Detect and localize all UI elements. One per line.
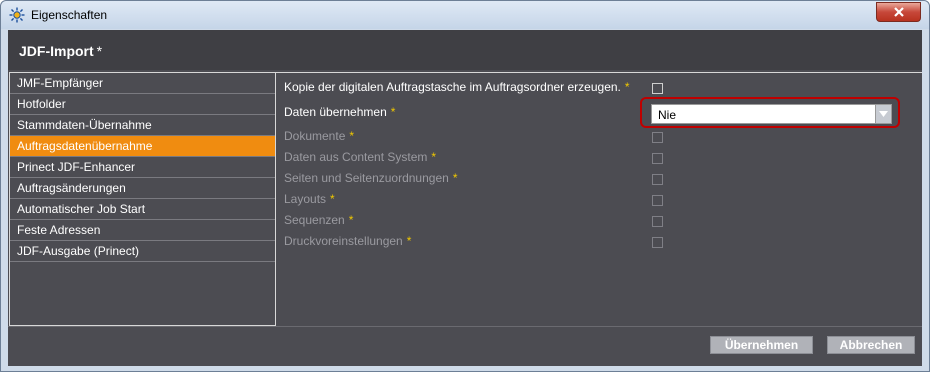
layouts-label: Layouts bbox=[284, 192, 327, 206]
seiten-label: Seiten und Seitenzuordnungen bbox=[284, 171, 449, 185]
content-system-checkbox[interactable] bbox=[652, 153, 663, 164]
window-title: Eigenschaften bbox=[31, 8, 108, 22]
nav-item-auftragsaenderungen[interactable]: Auftragsänderungen bbox=[10, 178, 275, 199]
content-system-label: Daten aus Content System bbox=[284, 150, 428, 164]
close-icon bbox=[893, 7, 904, 17]
cancel-button[interactable]: Abbrechen bbox=[827, 336, 915, 354]
kopie-label: Kopie der digitalen Auftragstasche im Au… bbox=[284, 80, 621, 94]
dialog-window: Eigenschaften JDF-Import * JMF-Empfänger … bbox=[0, 0, 930, 372]
nav-item-hotfolder[interactable]: Hotfolder bbox=[10, 94, 275, 115]
chevron-down-icon bbox=[879, 111, 888, 117]
required-marker: * bbox=[330, 192, 335, 206]
row-daten: Daten übernehmen * bbox=[284, 105, 395, 123]
dropdown-arrow[interactable] bbox=[875, 105, 891, 123]
modified-marker: * bbox=[96, 43, 103, 59]
row-sequenzen: Sequenzen * bbox=[284, 213, 353, 231]
nav-item-automatischer-job-start[interactable]: Automatischer Job Start bbox=[10, 199, 275, 220]
close-button[interactable] bbox=[876, 2, 921, 22]
dialog-footer: Übernehmen Abbrechen bbox=[8, 326, 922, 366]
dokumente-checkbox[interactable] bbox=[652, 132, 663, 143]
row-content-system: Daten aus Content System * bbox=[284, 150, 436, 168]
required-marker: * bbox=[406, 234, 412, 248]
panel-header: JDF-Import * bbox=[8, 30, 922, 70]
druckvoreinstellungen-checkbox[interactable] bbox=[652, 237, 663, 248]
required-marker: * bbox=[624, 80, 630, 94]
app-icon bbox=[9, 7, 25, 23]
nav-item-jmf-empfaenger[interactable]: JMF-Empfänger bbox=[10, 73, 275, 94]
nav-item-auftragsdatenuebernahme[interactable]: Auftragsdatenübernahme bbox=[10, 136, 275, 157]
daten-select[interactable]: Nie bbox=[651, 104, 892, 124]
dokumente-label: Dokumente bbox=[284, 129, 346, 143]
apply-button[interactable]: Übernehmen bbox=[710, 336, 813, 354]
settings-nav: JMF-Empfänger Hotfolder Stammdaten-Übern… bbox=[9, 72, 276, 326]
row-layouts: Layouts * bbox=[284, 192, 335, 210]
row-dokumente: Dokumente * bbox=[284, 129, 354, 147]
daten-select-value: Nie bbox=[658, 108, 677, 122]
required-marker: * bbox=[348, 213, 354, 227]
kopie-checkbox[interactable] bbox=[652, 83, 663, 94]
nav-item-jdf-ausgabe[interactable]: JDF-Ausgabe (Prinect) bbox=[10, 241, 275, 262]
sequenzen-label: Sequenzen bbox=[284, 213, 345, 227]
nav-item-prinect-jdf-enhancer[interactable]: Prinect JDF-Enhancer bbox=[10, 157, 275, 178]
panel-title-text: JDF-Import bbox=[19, 43, 94, 59]
layouts-checkbox[interactable] bbox=[652, 195, 663, 206]
row-kopie: Kopie der digitalen Auftragstasche im Au… bbox=[284, 80, 630, 98]
required-marker: * bbox=[349, 129, 355, 143]
nav-item-stammdaten-uebernahme[interactable]: Stammdaten-Übernahme bbox=[10, 115, 275, 136]
panel-title: JDF-Import * bbox=[19, 43, 102, 59]
dialog-content: JDF-Import * JMF-Empfänger Hotfolder Stam… bbox=[8, 30, 922, 366]
seiten-checkbox[interactable] bbox=[652, 174, 663, 185]
highlight-frame: Nie bbox=[640, 97, 900, 128]
nav-item-feste-adressen[interactable]: Feste Adressen bbox=[10, 220, 275, 241]
settings-form: Kopie der digitalen Auftragstasche im Au… bbox=[276, 72, 922, 326]
required-marker: * bbox=[431, 150, 437, 164]
row-druckvoreinstellungen: Druckvoreinstellungen * bbox=[284, 234, 411, 252]
required-marker: * bbox=[452, 171, 458, 185]
daten-label: Daten übernehmen bbox=[284, 105, 387, 119]
title-bar[interactable]: Eigenschaften bbox=[1, 1, 929, 29]
sequenzen-checkbox[interactable] bbox=[652, 216, 663, 227]
druckvoreinstellungen-label: Druckvoreinstellungen bbox=[284, 234, 403, 248]
row-seiten: Seiten und Seitenzuordnungen * bbox=[284, 171, 457, 189]
required-marker: * bbox=[390, 105, 396, 119]
